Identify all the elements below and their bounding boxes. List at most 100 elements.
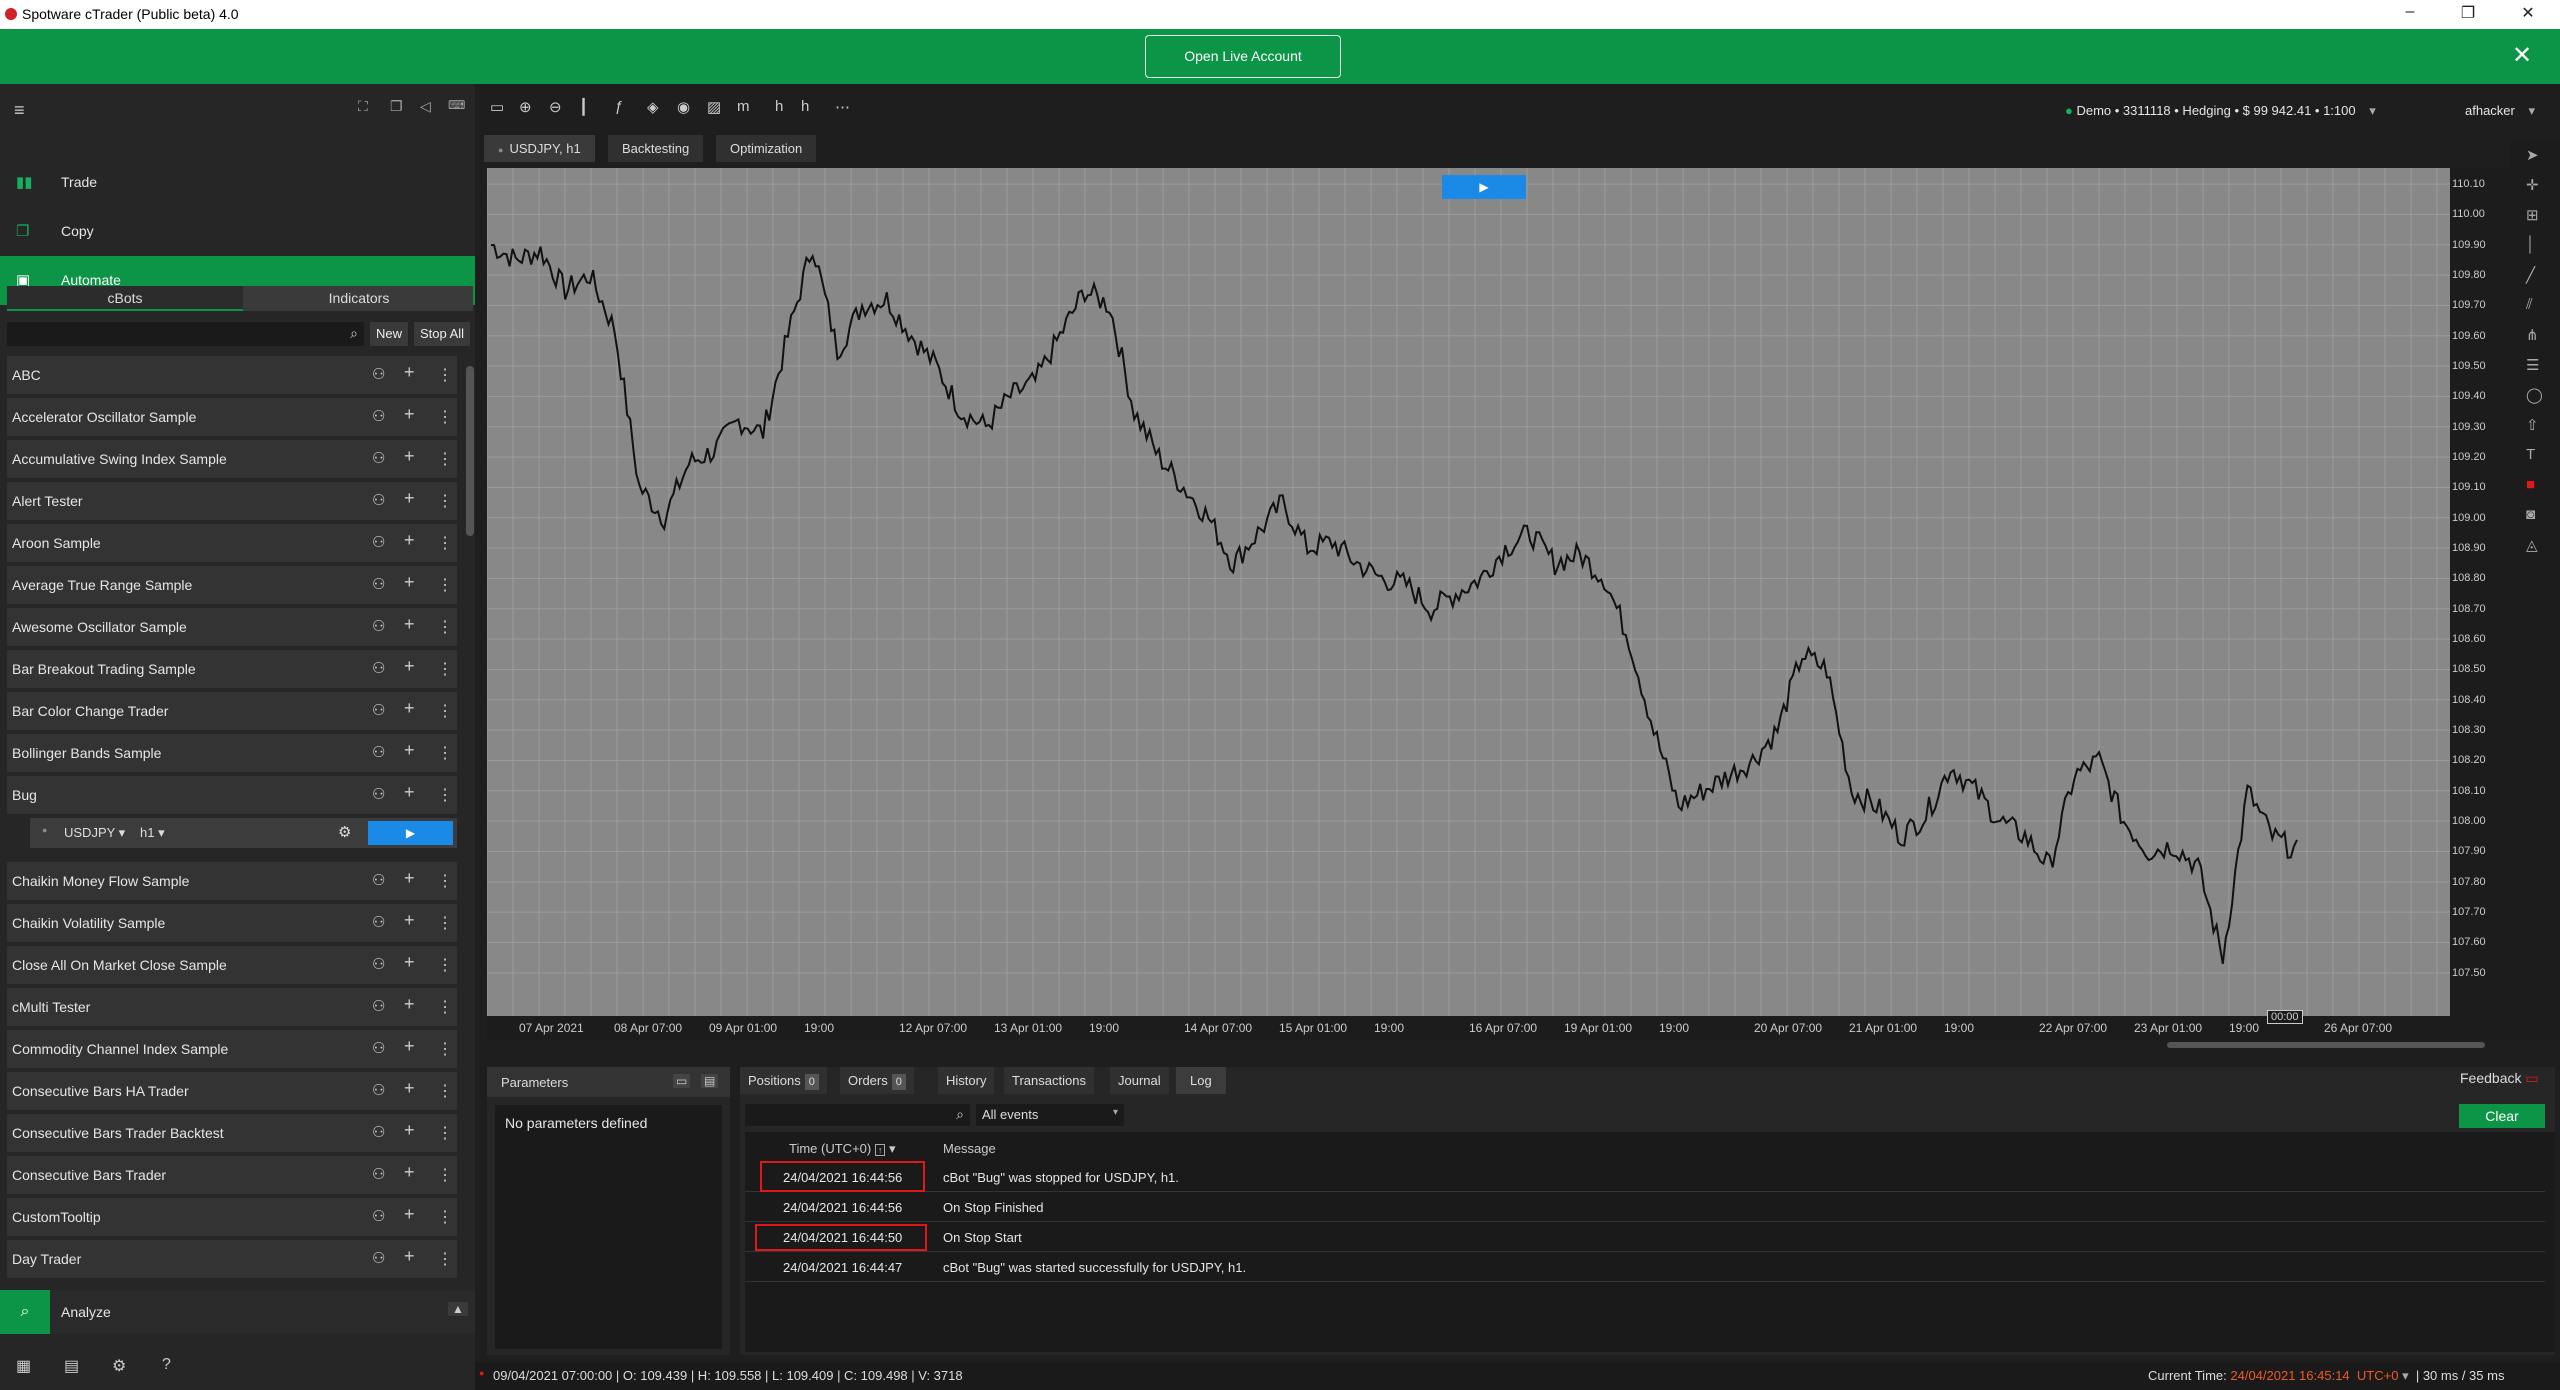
- instance-play-button[interactable]: ▶: [368, 821, 453, 845]
- tab-cbots[interactable]: cBots: [7, 286, 243, 311]
- layers-icon[interactable]: ◈: [647, 98, 659, 116]
- cbot-item[interactable]: Chaikin Money Flow Sample ⚇ + ⋮: [7, 862, 457, 900]
- log-filter-select[interactable]: All events ▾: [976, 1104, 1124, 1126]
- timeframe-h2-icon[interactable]: h: [801, 98, 809, 115]
- cursor-icon[interactable]: ➤: [2526, 146, 2539, 164]
- tab-orders[interactable]: Orders 0: [840, 1067, 914, 1094]
- help-icon[interactable]: ?: [162, 1356, 171, 1374]
- tab-positions[interactable]: Positions 0: [740, 1067, 827, 1094]
- more-vertical-icon[interactable]: ⋮: [437, 1123, 453, 1143]
- more-vertical-icon[interactable]: ⋮: [437, 449, 453, 469]
- add-instance-icon[interactable]: +: [404, 1246, 415, 1267]
- tab-indicators[interactable]: Indicators: [245, 286, 473, 311]
- instance-settings-gear-icon[interactable]: ⚙: [338, 823, 351, 841]
- zoom-in-icon[interactable]: ⊕: [519, 98, 532, 116]
- nav-analyze[interactable]: ⌕ Analyze ▲: [0, 1290, 475, 1334]
- vertical-line-icon[interactable]: │: [2526, 236, 2535, 253]
- stop-all-button[interactable]: Stop All: [414, 322, 470, 346]
- more-vertical-icon[interactable]: ⋮: [437, 533, 453, 553]
- instance-timeframe[interactable]: h1 ▾: [140, 825, 165, 841]
- more-vertical-icon[interactable]: ⋮: [437, 1165, 453, 1185]
- add-instance-icon[interactable]: +: [404, 698, 415, 719]
- arrow-icon[interactable]: ⇧: [2526, 416, 2539, 434]
- more-vertical-icon[interactable]: ⋮: [437, 659, 453, 679]
- cbot-item[interactable]: Alert Tester ⚇ + ⋮: [7, 482, 457, 520]
- collapse-icon[interactable]: ▲: [448, 1302, 468, 1316]
- more-vertical-icon[interactable]: ⋮: [437, 1039, 453, 1059]
- more-vertical-icon[interactable]: ⋮: [437, 997, 453, 1017]
- sound-icon[interactable]: ◁: [420, 98, 431, 115]
- fullscreen-icon[interactable]: ⛶: [358, 98, 368, 115]
- banner-close-icon[interactable]: ✕: [2512, 41, 2532, 70]
- zoom-out-icon[interactable]: ⊖: [549, 98, 562, 116]
- instances-icon[interactable]: ⚇: [372, 1039, 385, 1057]
- instances-icon[interactable]: ⚇: [372, 785, 385, 803]
- minimize-button[interactable]: –: [2390, 3, 2430, 21]
- add-instance-icon[interactable]: +: [404, 1120, 415, 1141]
- crosshair-icon[interactable]: ✛: [2526, 176, 2539, 194]
- more-vertical-icon[interactable]: ⋮: [437, 1207, 453, 1227]
- more-vertical-icon[interactable]: ⋮: [437, 871, 453, 891]
- tab-chart-usdjpy[interactable]: ● USDJPY, h1: [484, 135, 595, 162]
- timeframe-h1-icon[interactable]: h: [775, 98, 783, 115]
- close-window-button[interactable]: ✕: [2508, 3, 2548, 23]
- instances-icon[interactable]: ⚇: [372, 701, 385, 719]
- instances-icon[interactable]: ⚇: [372, 1165, 385, 1183]
- log-col-message[interactable]: Message: [943, 1141, 996, 1156]
- print-icon[interactable]: ▤: [64, 1356, 79, 1376]
- measure-icon[interactable]: ⊞: [2526, 206, 2539, 224]
- add-instance-icon[interactable]: +: [404, 1078, 415, 1099]
- cbot-item[interactable]: Aroon Sample ⚇ + ⋮: [7, 524, 457, 562]
- price-axis[interactable]: 110.10 110.00 109.90 109.80 109.70 109.60 109.…: [2450, 168, 2510, 1040]
- timeframe-m-icon[interactable]: m: [737, 98, 750, 115]
- open-live-account-button[interactable]: Open Live Account: [1145, 35, 1341, 78]
- add-instance-icon[interactable]: +: [404, 1036, 415, 1057]
- more-vertical-icon[interactable]: ⋮: [437, 743, 453, 763]
- instances-icon[interactable]: ⚇: [372, 491, 385, 509]
- alert-bell-icon[interactable]: ◬: [2526, 536, 2538, 554]
- cbot-item[interactable]: Bar Breakout Trading Sample ⚇ + ⋮: [7, 650, 457, 688]
- add-instance-icon[interactable]: +: [404, 572, 415, 593]
- add-instance-icon[interactable]: +: [404, 362, 415, 383]
- tab-transactions[interactable]: Transactions: [1004, 1067, 1094, 1094]
- more-vertical-icon[interactable]: ⋮: [437, 407, 453, 427]
- add-instance-icon[interactable]: +: [404, 782, 415, 803]
- tab-optimization[interactable]: Optimization: [716, 135, 817, 162]
- more-vertical-icon[interactable]: ⋮: [437, 491, 453, 511]
- time-col-chevron-icon[interactable]: ▾: [889, 1141, 896, 1156]
- cbot-item[interactable]: Bar Color Change Trader ⚇ + ⋮: [7, 692, 457, 730]
- log-search-input[interactable]: ⌕: [745, 1104, 970, 1126]
- add-instance-icon[interactable]: +: [404, 446, 415, 467]
- add-instance-icon[interactable]: +: [404, 614, 415, 635]
- add-instance-icon[interactable]: +: [404, 868, 415, 889]
- load-params-icon[interactable]: ▤: [701, 1074, 719, 1088]
- instances-icon[interactable]: ⚇: [372, 871, 385, 889]
- time-axis[interactable]: 07 Apr 2021 08 Apr 07:00 09 Apr 01:00 19:00…: [487, 1010, 2450, 1040]
- nav-copy[interactable]: ❐ Copy: [0, 207, 475, 256]
- cbot-item[interactable]: cMulti Tester ⚇ + ⋮: [7, 988, 457, 1026]
- instances-icon[interactable]: ⚇: [372, 533, 385, 551]
- feedback-link[interactable]: Feedback ▭: [2460, 1070, 2539, 1087]
- account-summary[interactable]: ● Demo • 3311118 • Hedging • $ 99 942.41…: [2065, 103, 2376, 119]
- pitchfork-icon[interactable]: ⋔: [2526, 326, 2539, 344]
- clear-log-button[interactable]: Clear: [2459, 1104, 2545, 1128]
- instances-icon[interactable]: ⚇: [372, 1081, 385, 1099]
- cbot-item[interactable]: Consecutive Bars Trader Backtest ⚇ + ⋮: [7, 1114, 457, 1152]
- instances-icon[interactable]: ⚇: [372, 617, 385, 635]
- add-instance-icon[interactable]: +: [404, 404, 415, 425]
- instances-icon[interactable]: ⚇: [372, 997, 385, 1015]
- chart-layout-icon[interactable]: ▭: [490, 98, 504, 116]
- cbot-item[interactable]: Close All On Market Close Sample ⚇ + ⋮: [7, 946, 457, 984]
- cbot-item[interactable]: ABC ⚇ + ⋮: [7, 356, 457, 394]
- cbot-instance[interactable]: ● USDJPY ▾ h1 ▾ ⚙ ▶: [30, 818, 457, 848]
- instances-icon[interactable]: ⚇: [372, 575, 385, 593]
- cbot-item[interactable]: Average True Range Sample ⚇ + ⋮: [7, 566, 457, 604]
- more-vertical-icon[interactable]: ⋮: [437, 575, 453, 595]
- more-vertical-icon[interactable]: ⋮: [437, 701, 453, 721]
- layout-icon[interactable]: ❐: [390, 98, 403, 115]
- more-vertical-icon[interactable]: ⋮: [437, 1081, 453, 1101]
- tab-log[interactable]: Log: [1176, 1067, 1226, 1094]
- more-vertical-icon[interactable]: ⋮: [437, 785, 453, 805]
- instances-icon[interactable]: ⚇: [372, 1123, 385, 1141]
- fibonacci-icon[interactable]: ☰: [2526, 356, 2539, 374]
